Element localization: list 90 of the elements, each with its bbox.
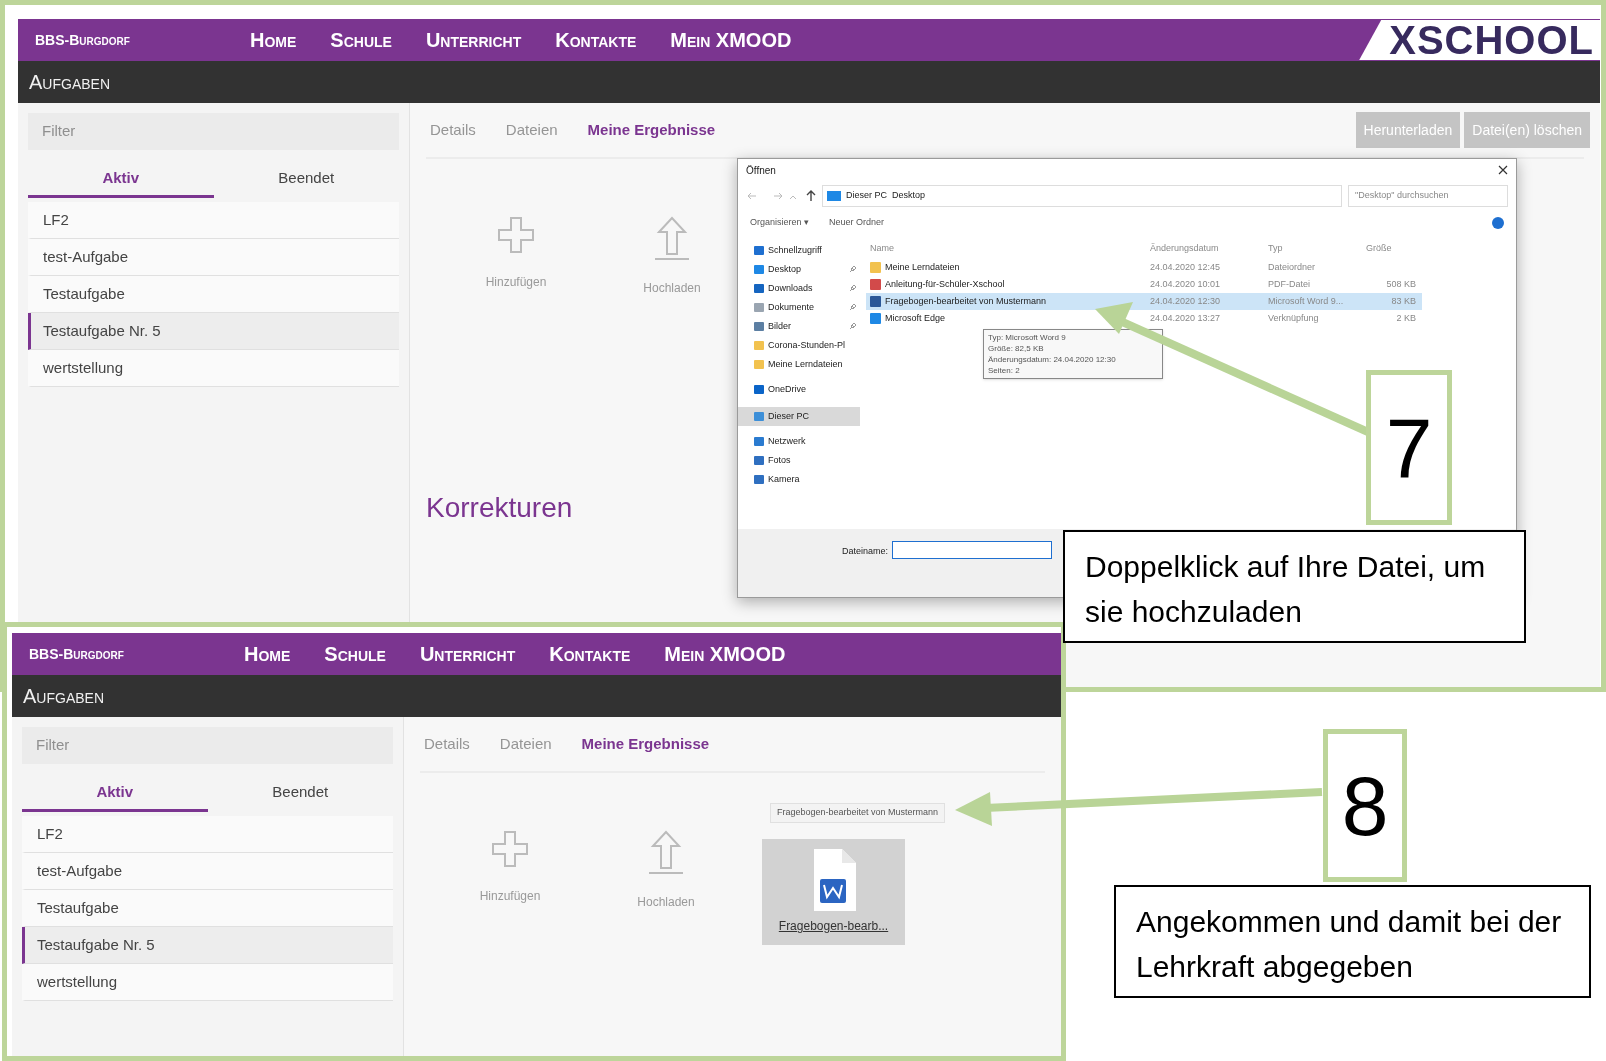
file-date: 24.04.2020 13:27 <box>1149 311 1222 325</box>
file-name: Meine Lerndateien <box>885 260 960 274</box>
task-list-item[interactable]: test-Aufgabe <box>28 239 399 276</box>
address-bar[interactable]: Dieser PC Desktop <box>822 185 1342 207</box>
navigation-pane-item[interactable]: Netzwerk <box>738 432 860 451</box>
breadcrumb-item[interactable]: Desktop <box>892 189 926 203</box>
column-header[interactable]: Änderungsdatum <box>1146 242 1264 256</box>
plus-icon <box>496 215 536 255</box>
navigation-pane-item[interactable]: Schnellzugriff <box>738 241 860 260</box>
file-type: Dateiordner <box>1267 260 1317 274</box>
brand-label[interactable]: BBS-Burgdorf <box>12 643 244 665</box>
navigation-pane-item[interactable]: Bilder <box>738 317 860 336</box>
nav-link[interactable]: Mein XMOOD <box>670 25 792 55</box>
file-info-tooltip: Typ: Microsoft Word 9 Größe: 82,5 KB Änderungsdatum: 24.04.2020 12:30 Seiten: 2 <box>983 329 1163 379</box>
nav-link[interactable]: Home <box>244 639 291 669</box>
file-size: 83 KB <box>1390 294 1417 308</box>
step-number: 7 <box>1366 370 1452 525</box>
nav-link[interactable]: Home <box>250 25 297 55</box>
toolbar-button[interactable]: Organisieren ▾ <box>750 216 810 230</box>
task-list-item[interactable]: LF2 <box>28 202 399 239</box>
file-date: 24.04.2020 12:30 <box>1149 294 1222 308</box>
file-name: Anleitung-für-Schüler-Xschool <box>885 277 1005 291</box>
filename-input[interactable] <box>892 541 1053 559</box>
side-tab[interactable]: Beendet <box>207 776 393 812</box>
file-name: Fragebogen-bearbeitet von Mustermann <box>885 294 1047 308</box>
search-field[interactable]: "Desktop" durchsuchen <box>1348 185 1508 207</box>
nav-link[interactable]: Schule <box>324 639 386 669</box>
navigation-pane-item[interactable]: Downloads <box>738 279 860 298</box>
file-type: PDF-Datei <box>1267 277 1311 291</box>
file-size: 2 KB <box>1395 311 1417 325</box>
file-type: Microsoft Word 9... <box>1267 294 1345 308</box>
dialog-title: Öffnen <box>746 163 776 178</box>
content-tab[interactable]: Meine Ergebnisse <box>581 732 710 756</box>
task-list-item[interactable]: Testaufgabe <box>28 276 399 313</box>
file-tile[interactable]: Fragebogen-bearb... <box>762 839 905 945</box>
nav-link[interactable]: Schule <box>330 25 392 55</box>
callout-text: Doppelklick auf Ihre Datei, um sie hochzuladen <box>1063 530 1526 643</box>
file-name-link[interactable]: Fragebogen-bearb... <box>778 917 889 935</box>
file-tooltip: Fragebogen-bearbeitet von Mustermann <box>770 803 946 823</box>
navigation-pane-item[interactable]: Kamera <box>738 470 860 489</box>
step-number: 8 <box>1323 729 1407 882</box>
navigation-pane-item[interactable]: Meine Lerndateien <box>738 355 860 374</box>
logo: XSCHOOL <box>1359 20 1600 60</box>
file-row[interactable]: Meine Lerndateien 24.04.2020 12:45 Dateiordner <box>866 259 1422 276</box>
page-title: Aufgaben <box>29 70 110 95</box>
plus-icon <box>490 829 530 869</box>
navigation-pane-item[interactable]: Fotos <box>738 451 860 470</box>
task-list-item[interactable]: wertstellung <box>28 350 399 387</box>
upload-icon <box>652 215 692 261</box>
column-header[interactable]: Größe <box>1362 242 1422 256</box>
file-name: Microsoft Edge <box>885 311 946 325</box>
brand-label[interactable]: BBS-Burgdorf <box>18 29 250 51</box>
file-size: 508 KB <box>1385 277 1417 291</box>
navigation-pane-item[interactable]: Desktop <box>738 260 860 279</box>
task-list-item[interactable]: Testaufgabe Nr. 5 <box>28 313 399 350</box>
navigation-pane-item[interactable]: OneDrive <box>738 380 860 399</box>
section-heading: Korrekturen <box>426 491 574 525</box>
up-arrow-icon[interactable] <box>806 190 816 202</box>
side-tab[interactable]: Aktiv <box>22 776 208 812</box>
task-list-item[interactable]: Testaufgabe <box>22 890 393 927</box>
breadcrumb-item[interactable]: Dieser PC <box>846 189 887 203</box>
file-date: 24.04.2020 10:01 <box>1149 277 1222 291</box>
file-row[interactable]: Microsoft Edge 24.04.2020 13:27 Verknüpfung 2 KB <box>866 310 1422 327</box>
task-list-item[interactable]: test-Aufgabe <box>22 853 393 890</box>
file-date: 24.04.2020 12:45 <box>1149 260 1222 274</box>
nav-link[interactable]: Kontakte <box>549 639 631 669</box>
task-list-item[interactable]: wertstellung <box>22 964 393 1001</box>
nav-link[interactable]: Kontakte <box>555 25 637 55</box>
nav-link[interactable]: Unterricht <box>425 25 522 55</box>
nav-link[interactable]: Mein XMOOD <box>664 639 786 669</box>
nav-link[interactable]: Unterricht <box>419 639 516 669</box>
close-icon[interactable] <box>1498 165 1508 175</box>
column-header[interactable]: Typ <box>1264 242 1362 256</box>
content-tab[interactable]: Meine Ergebnisse <box>587 118 716 142</box>
file-row[interactable]: Fragebogen-bearbeitet von Mustermann 24.04.2020 12:30 Microsoft Word 9... 83 KB <box>866 293 1422 310</box>
upload-icon <box>646 829 686 875</box>
callout-text: Angekommen und damit bei der Lehrkraft abgegeben <box>1114 885 1591 998</box>
toolbar-button[interactable]: Neuer Ordner <box>829 216 885 230</box>
filename-label: Dateiname: <box>842 545 889 558</box>
side-tab[interactable]: Aktiv <box>28 162 214 198</box>
file-type: Verknüpfung <box>1267 311 1320 325</box>
task-list-item[interactable]: LF2 <box>22 816 393 853</box>
file-row[interactable]: Anleitung-für-Schüler-Xschool 24.04.2020 10:01 PDF-Datei 508 KB <box>866 276 1422 293</box>
navigation-pane-item[interactable]: Corona-Stunden-Pl <box>738 336 860 355</box>
navigation-pane-item[interactable]: Dieser PC <box>738 407 860 426</box>
page-title: Aufgaben <box>23 684 104 709</box>
side-tab[interactable]: Beendet <box>213 162 399 198</box>
task-list-item[interactable]: Testaufgabe Nr. 5 <box>22 927 393 964</box>
navigation-pane-item[interactable]: Dokumente <box>738 298 860 317</box>
column-header[interactable]: Name <box>866 242 1146 256</box>
